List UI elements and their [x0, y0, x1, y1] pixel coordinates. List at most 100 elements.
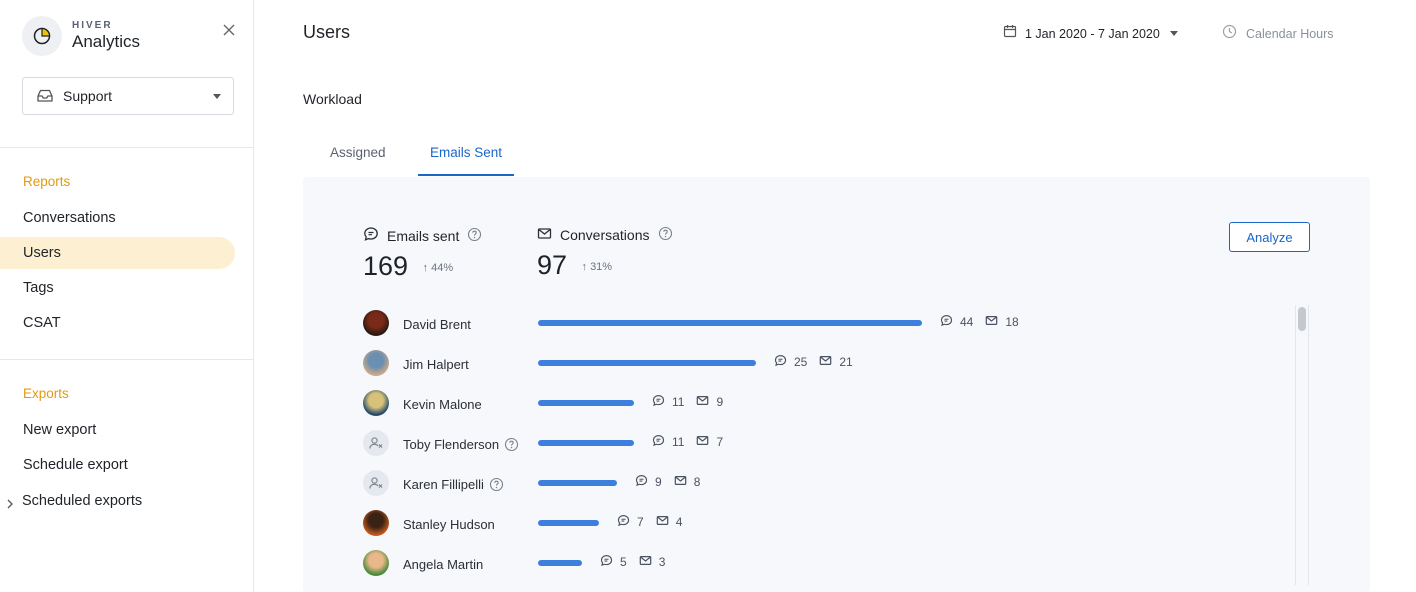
help-icon[interactable]: [658, 226, 673, 244]
inbox-icon: [36, 87, 54, 105]
chat-bubble-icon: [635, 474, 648, 490]
envelope-icon: [674, 474, 687, 490]
envelope-icon: [819, 354, 832, 370]
chat-bubble-icon: [940, 314, 953, 330]
chat-bubble-icon: [600, 554, 613, 570]
arrow-up-icon: ↑: [422, 262, 429, 274]
envelope-icon: [696, 434, 709, 450]
metric-label: Emails sent: [387, 227, 460, 244]
envelope-icon: [656, 514, 669, 530]
scrollbar-thumb[interactable]: [1298, 307, 1306, 331]
conversations-count: 21: [839, 355, 853, 369]
user-placeholder-icon: [363, 470, 389, 496]
date-range-label: 1 Jan 2020 - 7 Jan 2020: [1025, 26, 1160, 41]
calendar-hours-toggle[interactable]: Calendar Hours: [1222, 24, 1334, 44]
avatar: [363, 550, 389, 576]
avatar: [363, 390, 389, 416]
user-name-text: David Brent: [403, 317, 471, 332]
calendar-icon: [1003, 24, 1017, 43]
sidebar-item-schedule-export[interactable]: Schedule export: [23, 457, 128, 473]
chevron-down-icon: [1169, 31, 1178, 36]
sidebar-item-tags[interactable]: Tags: [23, 280, 54, 296]
conversations-count: 3: [658, 555, 666, 569]
user-placeholder-icon: [363, 430, 389, 456]
chevron-right-icon[interactable]: [6, 496, 14, 509]
user-name: Jim Halpert: [403, 357, 469, 372]
user-name: David Brent: [403, 317, 471, 332]
emails-sent-count: 5: [620, 555, 627, 569]
arrow-up-icon: ↑: [581, 261, 588, 273]
sidebar-item-csat[interactable]: CSAT: [23, 315, 61, 331]
workload-bar: [538, 320, 922, 326]
envelope-icon: [985, 314, 998, 330]
tab-assigned[interactable]: Assigned: [330, 145, 386, 160]
metric-conversations: Conversations 97 ↑ 31%: [537, 226, 673, 281]
workload-bar: [538, 480, 617, 486]
metric-change-value: 44%: [431, 262, 454, 274]
analytics-logo-icon: [22, 16, 62, 56]
workload-bar: [538, 440, 634, 446]
user-name: Stanley Hudson: [403, 517, 495, 532]
tab-emails-sent[interactable]: Emails Sent: [430, 145, 502, 160]
emails-sent-count: 44: [960, 315, 974, 329]
avatar: [363, 510, 389, 536]
workload-bar: [538, 360, 756, 366]
chat-bubble-icon: [652, 394, 665, 410]
sidebar-item-scheduled-exports[interactable]: Scheduled exports: [22, 493, 142, 509]
chat-bubble-icon: [774, 354, 787, 370]
analyze-button[interactable]: Analyze: [1229, 222, 1310, 252]
user-name-text: Karen Fillipelli: [403, 477, 484, 492]
emails-sent-count: 7: [637, 515, 644, 529]
scrollbar[interactable]: [1295, 305, 1309, 585]
sidebar-item-conversations[interactable]: Conversations: [23, 210, 116, 226]
user-name-text: Stanley Hudson: [403, 517, 495, 532]
help-icon[interactable]: [489, 477, 504, 495]
user-name: Angela Martin: [403, 557, 483, 572]
envelope-icon: [696, 394, 709, 410]
user-name-text: Kevin Malone: [403, 397, 482, 412]
page-title: Users: [303, 22, 351, 42]
exports-section-title: Exports: [23, 386, 69, 401]
user-name-text: Toby Flenderson: [403, 437, 500, 452]
emails-sent-count: 11: [672, 395, 685, 409]
sidebar-item-new-export[interactable]: New export: [23, 422, 96, 438]
section-title: Workload: [303, 91, 362, 107]
sidebar: HIVER Analytics Support Reports Conversa…: [0, 0, 254, 592]
user-name: Kevin Malone: [403, 397, 482, 412]
conversations-count: 9: [716, 395, 724, 409]
user-stats: 11 9: [652, 394, 735, 410]
divider: [0, 359, 253, 360]
conversations-count: 8: [693, 475, 701, 489]
close-icon[interactable]: [221, 22, 237, 38]
date-range-picker[interactable]: 1 Jan 2020 - 7 Jan 2020: [1003, 24, 1178, 43]
sidebar-item-users[interactable]: Users: [23, 245, 61, 261]
metric-emails-sent: Emails sent 169 ↑ 44%: [363, 226, 482, 282]
chat-bubble-icon: [652, 434, 665, 450]
avatar: [363, 310, 389, 336]
calendar-hours-label: Calendar Hours: [1246, 27, 1334, 41]
workload-panel: Emails sent 169 ↑ 44% Conversations 97 ↑…: [303, 177, 1370, 592]
user-stats: 74: [617, 514, 694, 530]
clock-icon: [1222, 24, 1237, 44]
user-name: Karen Fillipelli: [403, 477, 504, 495]
user-stats: 11 7: [652, 434, 735, 450]
conversations-count: 4: [675, 515, 683, 529]
metric-value: 97: [537, 250, 568, 280]
help-icon[interactable]: [504, 437, 519, 455]
chat-bubble-icon: [363, 226, 379, 245]
inbox-select-label: Support: [63, 88, 113, 104]
reports-section-title: Reports: [23, 174, 71, 189]
avatar: [363, 350, 389, 376]
help-icon[interactable]: [467, 227, 482, 245]
inbox-select[interactable]: Support: [22, 77, 234, 115]
user-stats: 25 21: [774, 354, 865, 370]
user-stats: 44 18: [940, 314, 1031, 330]
emails-sent-count: 25: [794, 355, 808, 369]
envelope-icon: [537, 226, 552, 244]
conversations-count: 7: [716, 435, 724, 449]
emails-sent-count: 9: [655, 475, 662, 489]
metric-change: ↑ 31%: [582, 261, 613, 273]
metric-change-value: 31%: [590, 261, 613, 273]
metric-change: ↑ 44%: [423, 262, 454, 274]
brand: HIVER Analytics: [22, 16, 140, 56]
